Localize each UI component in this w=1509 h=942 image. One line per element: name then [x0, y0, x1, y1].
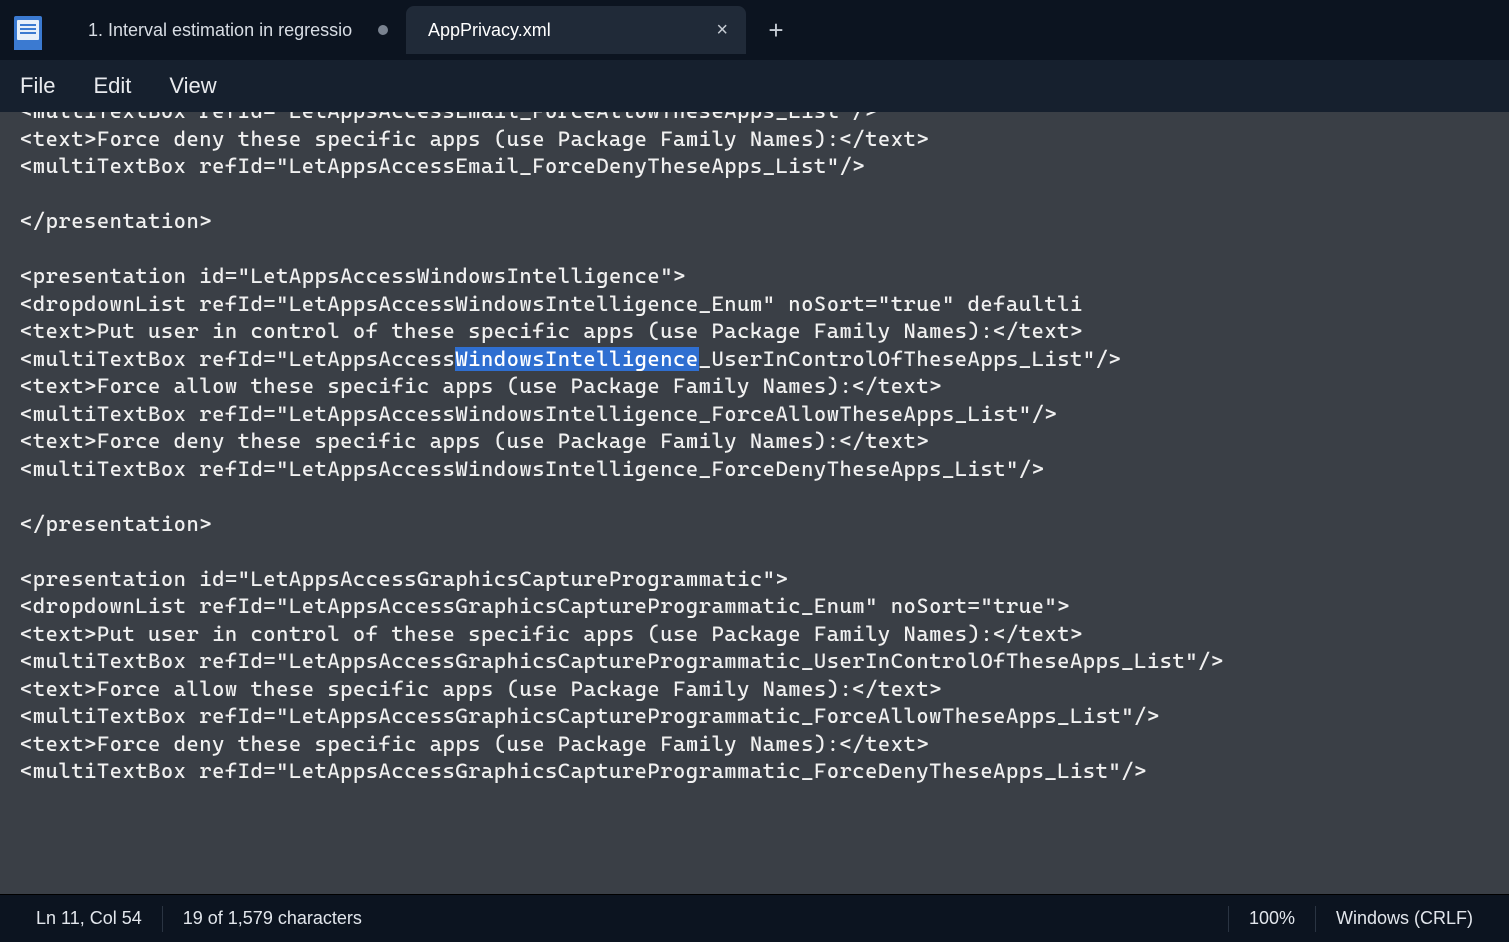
editor-line[interactable]	[20, 538, 1489, 566]
editor-line[interactable]: <multiTextBox refId="LetAppsAccessEmail_…	[20, 153, 1489, 181]
status-bar: Ln 11, Col 54 19 of 1,579 characters 100…	[0, 894, 1509, 942]
editor-line[interactable]: <multiTextBox refId="LetAppsAccessWindow…	[20, 456, 1489, 484]
editor-area[interactable]: <multiTextBox refId="LetAppsAccessEmail_…	[0, 112, 1509, 894]
status-encoding[interactable]: Windows (CRLF)	[1322, 908, 1487, 929]
editor-line[interactable]: <multiTextBox refId="LetAppsAccessEmail_…	[20, 112, 1489, 126]
status-position[interactable]: Ln 11, Col 54	[22, 908, 156, 929]
status-zoom[interactable]: 100%	[1235, 908, 1309, 929]
editor-line[interactable]: </presentation>	[20, 208, 1489, 236]
editor-line[interactable]: <presentation id="LetAppsAccessWindowsIn…	[20, 263, 1489, 291]
editor-line[interactable]: <text>Force deny these specific apps (us…	[20, 428, 1489, 456]
editor-line[interactable]: <multiTextBox refId="LetAppsAccessGraphi…	[20, 648, 1489, 676]
editor-line[interactable]: <text>Force deny these specific apps (us…	[20, 731, 1489, 759]
editor-line[interactable]: <multiTextBox refId="LetAppsAccessGraphi…	[20, 758, 1489, 786]
tab-title: 1. Interval estimation in regressio	[88, 20, 360, 41]
tab-inactive[interactable]: 1. Interval estimation in regressio	[66, 6, 406, 54]
menu-bar: File Edit View	[0, 60, 1509, 112]
menu-view[interactable]: View	[169, 73, 216, 99]
editor-line[interactable]: </presentation>	[20, 511, 1489, 539]
text-selection: WindowsIntelligence	[455, 347, 698, 371]
menu-edit[interactable]: Edit	[93, 73, 131, 99]
editor-line[interactable]	[20, 181, 1489, 209]
tab-title: AppPrivacy.xml	[428, 20, 698, 41]
menu-file[interactable]: File	[20, 73, 55, 99]
editor-line[interactable]	[20, 236, 1489, 264]
editor-line[interactable]: <text>Put user in control of these speci…	[20, 318, 1489, 346]
editor-line[interactable]: <presentation id="LetAppsAccessGraphicsC…	[20, 566, 1489, 594]
editor-line[interactable]: <text>Force allow these specific apps (u…	[20, 676, 1489, 704]
editor-line[interactable]	[20, 483, 1489, 511]
editor-line[interactable]: <dropdownList refId="LetAppsAccessWindow…	[20, 291, 1489, 319]
editor-line[interactable]: <text>Force allow these specific apps (u…	[20, 373, 1489, 401]
new-tab-button[interactable]: +	[756, 10, 796, 50]
editor-line[interactable]: <text>Put user in control of these speci…	[20, 621, 1489, 649]
tab-active[interactable]: AppPrivacy.xml ×	[406, 6, 746, 54]
close-icon[interactable]: ×	[716, 20, 728, 40]
status-chars: 19 of 1,579 characters	[169, 908, 376, 929]
editor-line[interactable]: <multiTextBox refId="LetAppsAccessGraphi…	[20, 703, 1489, 731]
editor-line[interactable]: <dropdownList refId="LetAppsAccessGraphi…	[20, 593, 1489, 621]
text-editor[interactable]: <multiTextBox refId="LetAppsAccessEmail_…	[0, 112, 1509, 790]
editor-line[interactable]: <multiTextBox refId="LetAppsAccessWindow…	[20, 346, 1489, 374]
unsaved-dot-icon	[378, 25, 388, 35]
divider	[162, 906, 163, 932]
notepad-icon	[14, 16, 42, 50]
divider	[1228, 906, 1229, 932]
editor-line[interactable]: <multiTextBox refId="LetAppsAccessWindow…	[20, 401, 1489, 429]
tab-bar: 1. Interval estimation in regressio AppP…	[0, 0, 1509, 60]
divider	[1315, 906, 1316, 932]
editor-line[interactable]: <text>Force deny these specific apps (us…	[20, 126, 1489, 154]
